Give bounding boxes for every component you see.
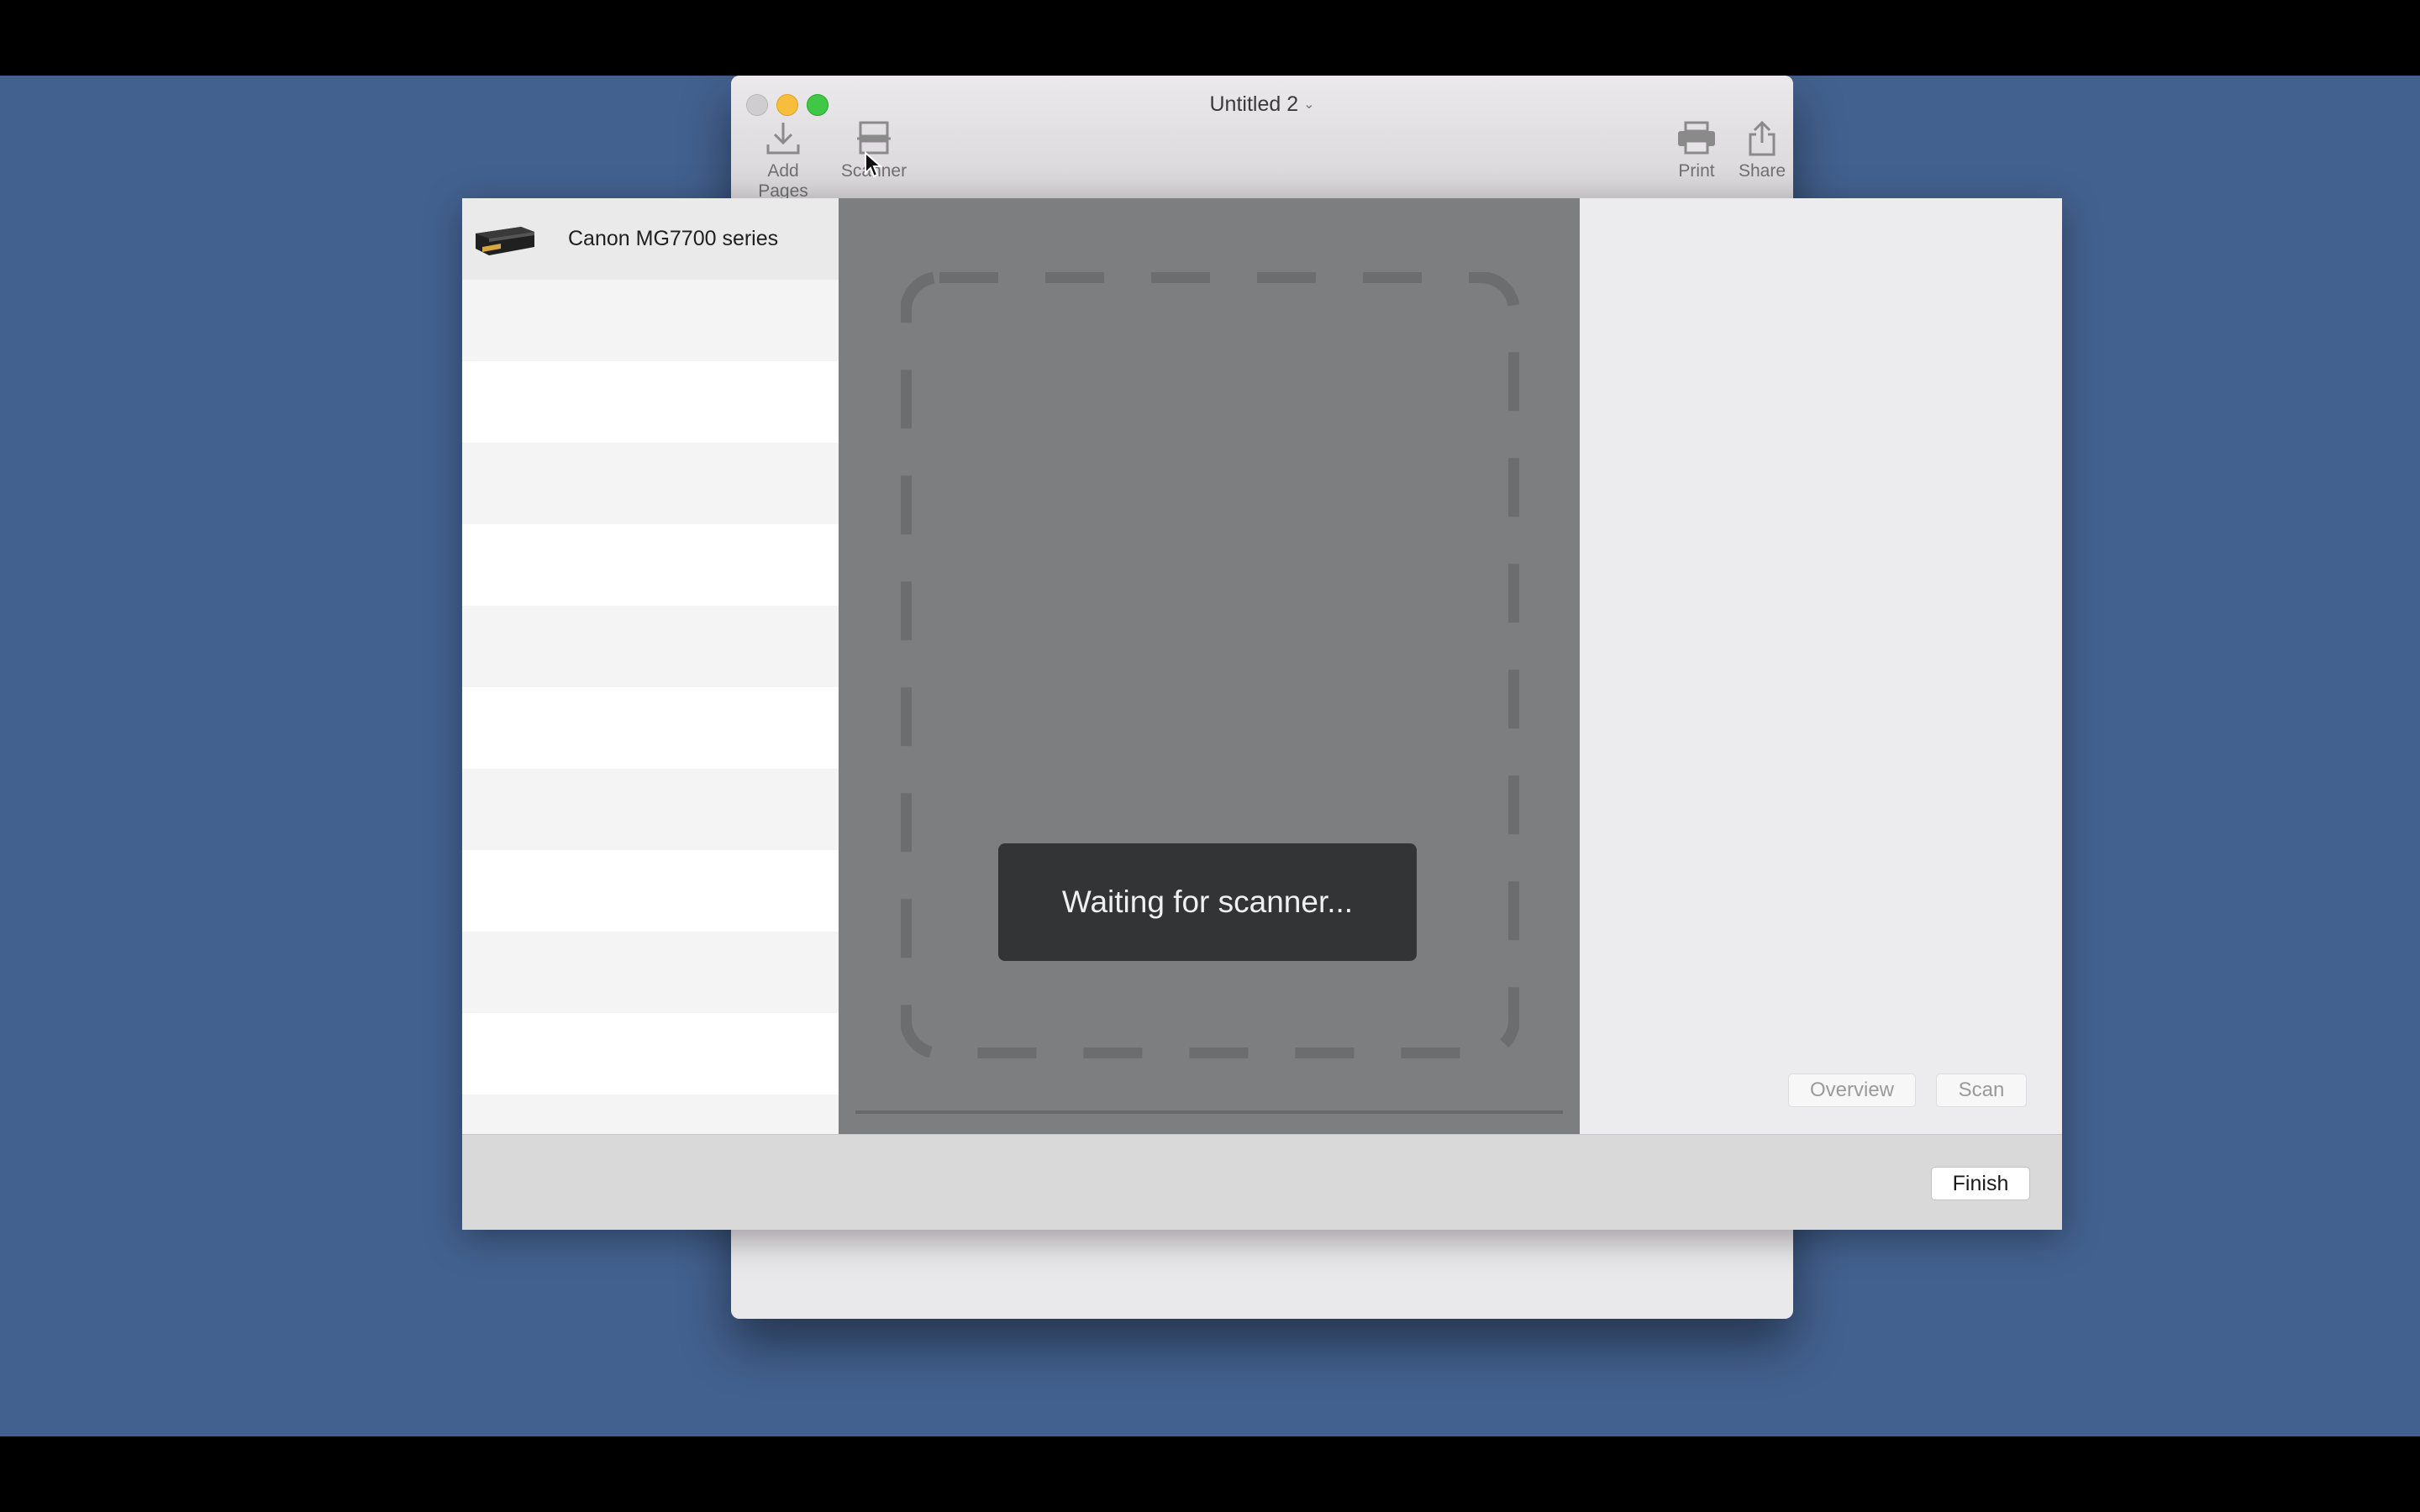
share-label: Share <box>1738 161 1786 181</box>
share-icon <box>1749 120 1776 156</box>
scanner-device-name: Canon MG7700 series <box>568 227 779 250</box>
list-row <box>462 687 839 769</box>
window-title[interactable]: Untitled 2 ⌄ <box>731 92 1793 117</box>
scanner-device-row[interactable]: Canon MG7700 series <box>462 198 839 280</box>
scan-button[interactable]: Scan <box>1936 1074 2027 1107</box>
scan-preview-area[interactable]: Waiting for scanner... <box>839 198 1580 1134</box>
window-title-text: Untitled 2 <box>1209 92 1299 116</box>
scanner-device-list: Canon MG7700 series <box>462 198 839 1134</box>
share-button[interactable]: Share <box>1731 119 1793 181</box>
list-row <box>462 769 839 850</box>
list-row <box>462 850 839 932</box>
list-row <box>462 524 839 606</box>
window-titlebar: Untitled 2⌄ Add Pages Scanner Print <box>731 76 1793 202</box>
printer-scanner-icon <box>476 226 534 255</box>
finish-button[interactable]: Finish <box>1931 1167 2030 1200</box>
list-row <box>462 1013 839 1095</box>
list-row <box>462 606 839 687</box>
print-button[interactable]: Print <box>1665 119 1728 181</box>
sheet-footer: Finish <box>462 1134 2062 1230</box>
print-label: Print <box>1678 161 1715 181</box>
scan-settings-panel: Overview Scan <box>1580 198 2062 1134</box>
list-row <box>462 932 839 1013</box>
list-row <box>462 1095 839 1134</box>
mouse-pointer-icon <box>864 150 883 182</box>
list-row <box>462 443 839 524</box>
printer-icon <box>1678 121 1715 155</box>
chevron-down-icon: ⌄ <box>1303 97 1315 112</box>
list-row <box>462 280 839 361</box>
add-pages-button[interactable]: Add Pages <box>741 119 825 202</box>
download-tray-icon <box>766 123 800 155</box>
status-hud: Waiting for scanner... <box>998 843 1417 961</box>
overview-button[interactable]: Overview <box>1788 1074 1916 1107</box>
scanner-sheet: Canon MG7700 series Waiting for scanner.… <box>462 198 2062 1230</box>
preview-divider <box>855 1110 1563 1114</box>
list-row <box>462 361 839 443</box>
add-pages-label: Add Pages <box>758 161 808 201</box>
